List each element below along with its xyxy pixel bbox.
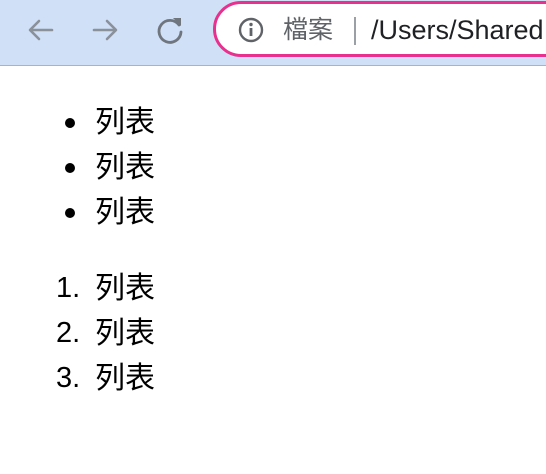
list-number: 1. <box>56 272 81 304</box>
list-item-text: 列表 <box>95 316 155 351</box>
list-item-text: 列表 <box>95 105 155 140</box>
browser-toolbar: 檔案 /Users/Shared <box>0 0 546 66</box>
bullet-marker <box>65 118 75 128</box>
list-number: 2. <box>56 317 81 349</box>
url-text[interactable]: /Users/Shared <box>371 14 544 46</box>
address-bar[interactable]: 檔案 /Users/Shared <box>213 1 546 57</box>
bullet-marker <box>65 163 75 173</box>
list-item-text: 列表 <box>95 361 155 396</box>
info-icon[interactable] <box>238 17 264 43</box>
site-security-label: 檔案 <box>283 15 334 44</box>
page-content: 列表 列表 列表 1. 列表 2. 列表 3. 列表 <box>0 66 546 474</box>
omnibox-clip: 檔案 /Users/Shared <box>0 0 546 66</box>
list-number: 3. <box>56 362 81 394</box>
list-item-text: 列表 <box>95 195 155 230</box>
omnibox-divider <box>354 17 356 45</box>
bullet-marker <box>65 208 75 218</box>
list-item-text: 列表 <box>95 271 155 306</box>
list-item-text: 列表 <box>95 150 155 185</box>
